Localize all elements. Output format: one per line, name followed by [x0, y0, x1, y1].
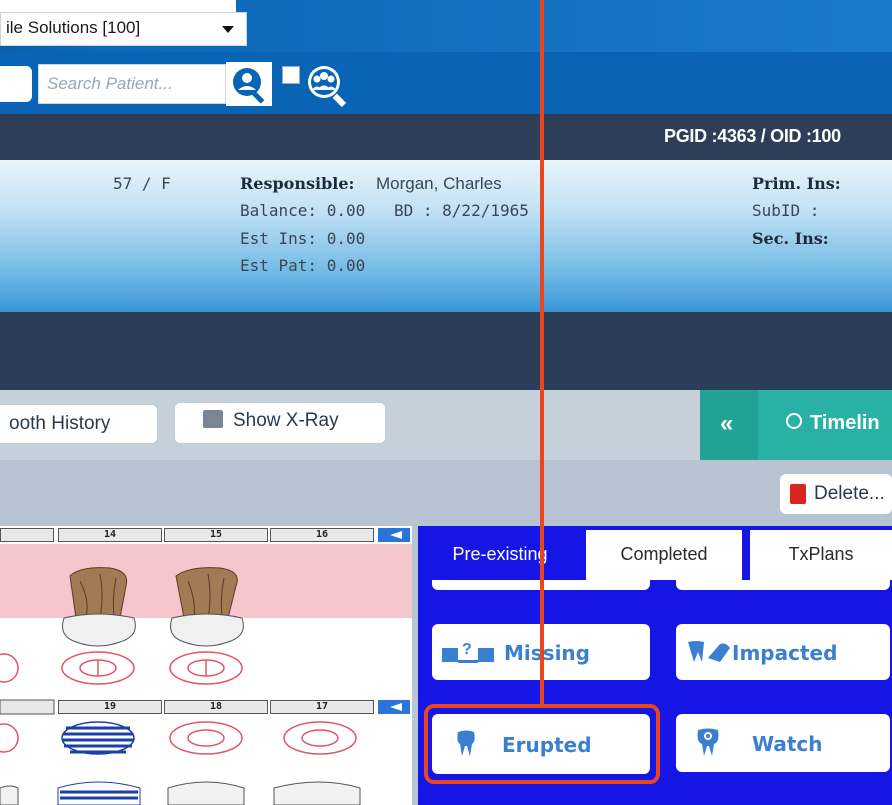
- svg-text:?: ?: [462, 641, 472, 658]
- tooth-history-button[interactable]: ooth History: [0, 404, 158, 444]
- show-xray-label: Show X-Ray: [233, 410, 339, 431]
- tooth-number-17[interactable]: 17: [270, 700, 374, 714]
- birthdate-text: BD : 8/22/1965: [394, 201, 529, 220]
- delete-label: Delete...: [814, 483, 885, 504]
- arch-toggle-lower[interactable]: [378, 700, 410, 714]
- double-chevron-left-icon: «: [720, 410, 734, 437]
- delete-button[interactable]: Delete...: [780, 474, 892, 514]
- est-pat-text: Est Pat: 0.00: [240, 256, 366, 275]
- responsible-value: Morgan, Charles: [376, 174, 502, 193]
- chart-action-row: [0, 460, 892, 526]
- xray-icon: [203, 410, 223, 428]
- missing-tooth-icon: ?: [442, 641, 494, 663]
- patient-menu-button[interactable]: [0, 66, 32, 102]
- search-user-icon: [233, 68, 265, 104]
- tab-completed[interactable]: Completed: [586, 530, 742, 580]
- tooth-15-crown: [170, 567, 244, 647]
- tooth-number-19[interactable]: 19: [58, 700, 162, 714]
- tooth-19-filled: [57, 721, 141, 805]
- balance-text: Balance: 0.00: [240, 201, 366, 220]
- tooth-history-label: ooth History: [9, 413, 111, 434]
- impacted-tooth-icon: [688, 641, 730, 662]
- watch-label: Watch: [752, 732, 823, 756]
- lower-number-row: [0, 699, 55, 715]
- subid-label: SubID :: [752, 201, 820, 220]
- chevron-down-icon[interactable]: [222, 26, 234, 33]
- timeline-button[interactable]: Timelin: [786, 412, 880, 435]
- impacted-label: Impacted: [732, 641, 838, 665]
- prim-ins-label: Prim. Ins:: [752, 174, 841, 193]
- group-search-checkbox[interactable]: [282, 66, 300, 84]
- group-search-icon[interactable]: [300, 62, 352, 108]
- responsible-label: Responsible:: [240, 174, 355, 193]
- watch-tooth-icon: [697, 728, 719, 756]
- search-input[interactable]: Search Patient...: [38, 64, 226, 104]
- highlight-pointer-line: [540, 0, 544, 706]
- show-xray-button[interactable]: Show X-Ray: [174, 402, 386, 444]
- tab-txplans[interactable]: TxPlans: [750, 530, 892, 580]
- tooth-number-18[interactable]: 18: [164, 700, 268, 714]
- org-selector-value: ile Solutions [100]: [6, 18, 141, 37]
- timeline-label: Timelin: [810, 412, 880, 434]
- age-sex: 57 / F: [113, 174, 171, 193]
- missing-label: Missing: [504, 641, 590, 665]
- tab-pre-existing[interactable]: Pre-existing: [422, 530, 578, 580]
- est-ins-text: Est Ins: 0.00: [240, 229, 366, 248]
- highlight-box: [424, 704, 660, 784]
- sec-ins-label: Sec. Ins:: [752, 229, 829, 248]
- tooth-14-crown: [62, 567, 136, 647]
- pgid-text: PGID :4363 / OID :100: [664, 126, 841, 146]
- occlusal-lower: [0, 721, 357, 755]
- occlusal-upper: [0, 651, 243, 685]
- clock-icon: [786, 413, 802, 429]
- teeth-graphics: [0, 567, 361, 805]
- nav-band: [0, 312, 892, 390]
- condition-button-partial-2[interactable]: [676, 580, 890, 590]
- search-patient-button[interactable]: [226, 62, 272, 106]
- trash-icon: [790, 484, 806, 504]
- impacted-button[interactable]: Impacted: [676, 624, 890, 680]
- watch-button[interactable]: Watch: [676, 714, 890, 772]
